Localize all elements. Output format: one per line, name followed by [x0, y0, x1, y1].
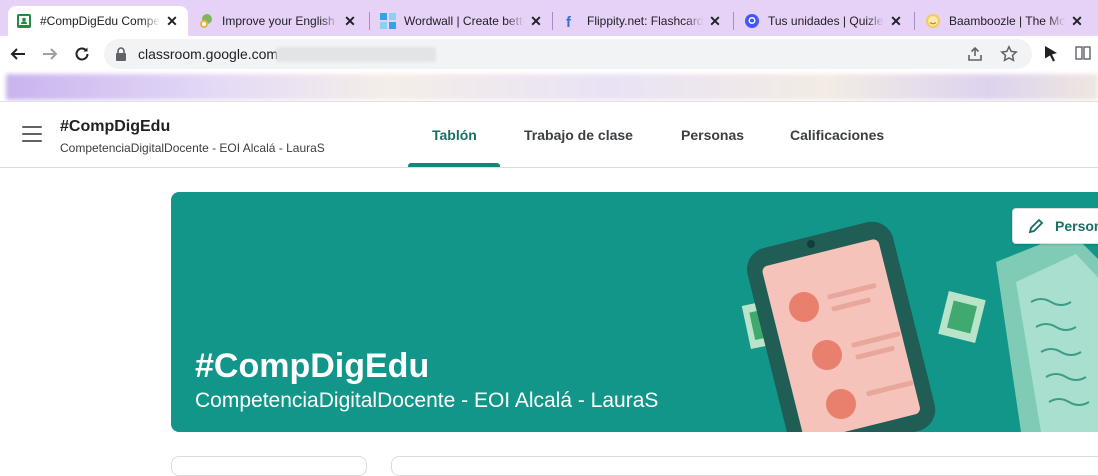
browser-tab-quizlet[interactable]: Tus unidades | Quizlet ✕ — [736, 6, 912, 36]
cursor-extension-icon[interactable] — [1042, 44, 1060, 64]
close-icon[interactable]: ✕ — [888, 13, 904, 29]
bookmarks-bar — [6, 74, 1098, 100]
browser-tab-english[interactable]: Improve your English playing ✕ — [190, 6, 366, 36]
pencil-icon — [1028, 218, 1044, 234]
tab-title: Flippity.net: Flashcards — [587, 14, 703, 28]
tab-separator — [369, 12, 370, 30]
close-icon[interactable]: ✕ — [164, 13, 180, 29]
bookmark-star-icon[interactable] — [1000, 45, 1018, 63]
back-button[interactable] — [4, 40, 32, 68]
tab-title: #CompDigEdu Competencia — [40, 14, 160, 28]
url-redacted — [276, 47, 436, 62]
classroom-icon — [16, 13, 32, 29]
customize-label: Person — [1055, 218, 1098, 234]
active-tab-indicator — [408, 163, 500, 167]
announce-card[interactable] — [391, 456, 1098, 476]
reload-icon — [75, 47, 89, 61]
close-icon[interactable]: ✕ — [1069, 13, 1085, 29]
tab-people[interactable]: Personas — [681, 127, 744, 143]
tab-title: Wordwall | Create better lessons — [404, 14, 524, 28]
class-section: CompetenciaDigitalDocente - EOI Alcalá -… — [60, 141, 325, 155]
class-banner: #CompDigEdu CompetenciaDigitalDocente - … — [171, 192, 1098, 432]
tab-separator — [733, 12, 734, 30]
reload-button[interactable] — [68, 40, 96, 68]
close-icon[interactable]: ✕ — [707, 13, 723, 29]
tab-title: Tus unidades | Quizlet — [768, 14, 884, 28]
share-icon[interactable] — [966, 45, 984, 63]
customize-button[interactable]: Person — [1012, 208, 1098, 244]
tab-title: Baamboozle | The Most — [949, 14, 1065, 28]
globe-chat-icon — [198, 13, 214, 29]
notebook-illustration — [996, 232, 1098, 432]
url-text: classroom.google.com — [138, 46, 279, 62]
browser-tab-wordwall[interactable]: Wordwall | Create better lessons ✕ — [372, 6, 552, 36]
tab-classwork[interactable]: Trabajo de clase — [524, 127, 633, 143]
lock-icon — [116, 47, 126, 61]
baamboozle-icon — [925, 13, 941, 29]
banner-class-name: #CompDigEdu — [195, 347, 430, 385]
forward-arrow-icon — [43, 48, 58, 60]
reading-list-icon[interactable] — [1074, 44, 1092, 62]
browser-toolbar: classroom.google.com — [0, 36, 1098, 72]
side-card — [171, 456, 367, 476]
tab-separator — [552, 12, 553, 30]
class-name[interactable]: #CompDigEdu — [60, 118, 170, 136]
banner-section: CompetenciaDigitalDocente - EOI Alcalá -… — [195, 389, 659, 412]
browser-tab-flippity[interactable]: f Flippity.net: Flashcards ✕ — [555, 6, 731, 36]
address-bar[interactable]: classroom.google.com — [104, 39, 1032, 69]
tab-grades[interactable]: Calificaciones — [790, 127, 884, 143]
main-menu-icon[interactable] — [22, 126, 42, 142]
tab-stream[interactable]: Tablón — [432, 127, 477, 143]
classroom-header: #CompDigEdu CompetenciaDigitalDocente - … — [0, 102, 1098, 168]
flippity-icon: f — [563, 13, 579, 29]
forward-button[interactable] — [36, 40, 64, 68]
phone-illustration — [747, 221, 936, 432]
quizlet-icon — [744, 13, 760, 29]
back-arrow-icon — [10, 48, 25, 60]
browser-tab-baamboozle[interactable]: Baamboozle | The Most ✕ — [917, 6, 1093, 36]
close-icon[interactable]: ✕ — [528, 13, 544, 29]
wordwall-icon — [380, 13, 396, 29]
svg-text:f: f — [566, 14, 572, 29]
tab-title: Improve your English playing — [222, 14, 338, 28]
tab-separator — [914, 12, 915, 30]
tab-strip: #CompDigEdu Competencia ✕ Improve your E… — [0, 0, 1098, 36]
browser-tab-classroom[interactable]: #CompDigEdu Competencia ✕ — [8, 6, 188, 36]
close-icon[interactable]: ✕ — [342, 13, 358, 29]
